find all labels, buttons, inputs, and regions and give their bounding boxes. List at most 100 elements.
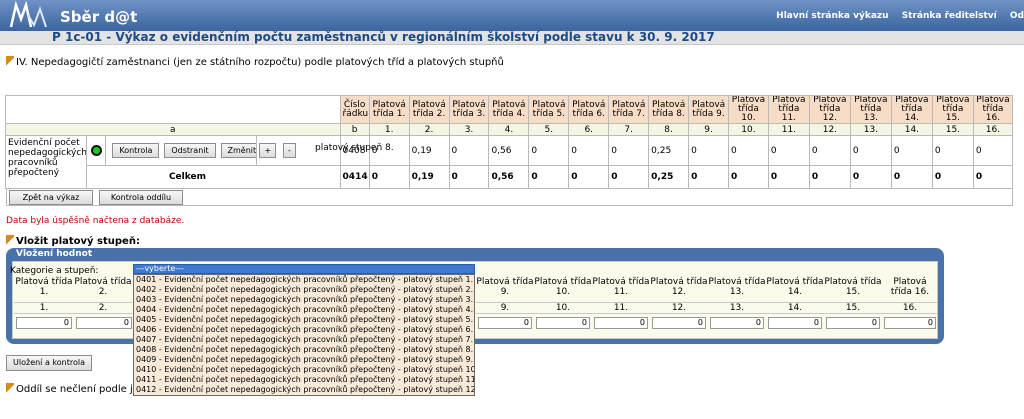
dropdown-option[interactable]: 0406 - Evidenční počet nepedagogických p… (134, 325, 474, 335)
input-col-num: 15. (824, 302, 882, 314)
col-num: 1. (368, 123, 410, 136)
save-and-check-button[interactable]: Uložení a kontrola (6, 355, 92, 371)
header-class-14: Platová třída 14. (890, 95, 933, 124)
col-num: 7. (608, 123, 650, 136)
insert-step-title: Vložit platový stupeň: (6, 235, 140, 247)
total-cell: 0 (368, 165, 410, 189)
col-num: 9. (688, 123, 729, 136)
value-input-class-12[interactable]: 0 (652, 317, 706, 329)
col-num: 16. (972, 123, 1014, 136)
value-input-class-13[interactable]: 0 (710, 317, 764, 329)
dropdown-option[interactable]: 0402 - Evidenční počet nepedagogických p… (134, 285, 474, 295)
input-col-header: Platová třída 1. (15, 277, 73, 297)
total-cell: 0,56 (488, 165, 530, 189)
zmenit-button[interactable]: Změnit (220, 143, 256, 158)
cell: 0,19 (408, 135, 450, 166)
header-class-16: Platová třída 16. (972, 95, 1014, 124)
dropdown-option[interactable]: 0404 - Evidenční počet nepedagogických p… (134, 305, 474, 315)
value-input-class-16[interactable]: 0 (884, 317, 936, 329)
cell: 0 (688, 135, 729, 166)
row-step-label: platový stupeň 8. (315, 143, 394, 153)
link-directorate-page[interactable]: Stránka ředitelství (902, 11, 997, 21)
dropdown-option[interactable]: 0409 - Evidenční počet nepedagogických p… (134, 355, 474, 365)
input-col-num: 1. (14, 302, 74, 314)
section-flag-icon (6, 56, 14, 66)
minus-button[interactable]: - (283, 143, 296, 158)
app-title: Sběr d@t (60, 8, 138, 26)
dropdown-option[interactable]: 0408 - Evidenční počet nepedagogických p… (134, 345, 474, 355)
header-row-number: Číslo řádku (339, 95, 370, 124)
header-class-6: Platová třída 6. (568, 95, 610, 124)
category-label: Kategorie a stupeň: (10, 266, 99, 276)
header-class-8: Platová třída 8. (648, 95, 690, 124)
cell: 0 (448, 135, 490, 166)
total-cell: 0 (568, 165, 610, 189)
col-b-label: b (339, 123, 370, 136)
link-main-report-page[interactable]: Hlavní stránka výkazu (776, 11, 888, 21)
success-message: Data byla úspěšně načtena z databáze. (6, 216, 185, 226)
header-class-13: Platová třída 13. (849, 95, 892, 124)
cell: 0,25 (648, 135, 690, 166)
input-col-header: Platová třída 11. (592, 277, 650, 297)
dropdown-option[interactable]: 0403 - Evidenční počet nepedagogických p… (134, 295, 474, 305)
total-cell: 0,19 (408, 165, 450, 189)
input-col-num: 16. (882, 302, 938, 314)
dropdown-option[interactable]: 0405 - Evidenční počet nepedagogických p… (134, 315, 474, 325)
total-cell: 0 (528, 165, 570, 189)
col-a-label: a (5, 123, 341, 136)
odstranit-button[interactable]: Odstranit (164, 143, 216, 158)
header-class-15: Platová třída 15. (931, 95, 974, 124)
msmt-logo-icon (9, 1, 47, 28)
header-class-9: Platová třída 9. (688, 95, 729, 124)
input-col-header: Platová třída 9. (476, 277, 534, 297)
cell: 0 (727, 135, 769, 166)
col-num: 12. (808, 123, 851, 136)
value-input-class-9[interactable]: 0 (478, 317, 532, 329)
category-select[interactable]: ---vyberte--- (133, 264, 475, 274)
dropdown-option[interactable]: 0407 - Evidenční počet nepedagogických p… (134, 335, 474, 345)
value-input-class-10[interactable]: 0 (536, 317, 590, 329)
input-col-num: 13. (708, 302, 766, 314)
dropdown-option[interactable]: 0411 - Evidenční počet nepedagogických p… (134, 375, 474, 385)
dropdown-option[interactable]: 0410 - Evidenční počet nepedagogických p… (134, 365, 474, 375)
panel-title: Vložení hodnot (16, 249, 93, 259)
cell: 0,56 (488, 135, 530, 166)
input-col-header: Platová třída 15. (824, 277, 882, 297)
link-logout[interactable]: Od (1010, 11, 1024, 21)
total-cell: 0 (688, 165, 729, 189)
total-cell: 0,25 (648, 165, 690, 189)
dropdown-option[interactable]: 0401 - Evidenční počet nepedagogických p… (134, 275, 474, 285)
kontrola-button[interactable]: Kontrola (112, 143, 160, 158)
input-col-header: Platová třída 10. (534, 277, 592, 297)
total-code: 0414 (339, 165, 370, 189)
check-section-button[interactable]: Kontrola oddílu (99, 190, 183, 205)
cell: 0 (849, 135, 892, 166)
col-num: 4. (488, 123, 530, 136)
back-to-report-button[interactable]: Zpět na výkaz (9, 190, 93, 205)
dropdown-option[interactable]: 0412 - Evidenční počet nepedagogických p… (134, 385, 474, 395)
cell: 0 (808, 135, 851, 166)
cell: 0 (608, 135, 650, 166)
header-class-12: Platová třída 12. (808, 95, 851, 124)
cell: 0 (972, 135, 1014, 166)
value-input-class-2[interactable]: 0 (76, 317, 132, 329)
top-bar: Sběr d@t Hlavní stránka výkazu Stránka ř… (0, 0, 1024, 31)
section-title: IV. Nepedagogičtí zaměstnanci (jen ze st… (6, 56, 504, 68)
value-input-class-1[interactable]: 0 (16, 317, 72, 329)
status-ok-icon (90, 145, 102, 156)
input-col-header: Platová třída 16. (890, 277, 930, 297)
value-input-class-14[interactable]: 0 (768, 317, 822, 329)
col-num: 5. (528, 123, 570, 136)
report-title-bar: P 1c-01 - Výkaz o evidenčním počtu zaměs… (0, 30, 1024, 45)
total-label: Celkem (168, 172, 206, 182)
header-class-1: Platová třída 1. (368, 95, 410, 124)
header-class-4: Platová třída 4. (488, 95, 530, 124)
value-input-class-15[interactable]: 0 (826, 317, 880, 329)
plus-button[interactable]: + (259, 143, 277, 158)
col-num: 15. (931, 123, 974, 136)
header-class-10: Platová třída 10. (727, 95, 769, 124)
data-table: Číslo řádku Platová třída 1. Platová tří… (5, 95, 1014, 189)
value-input-class-11[interactable]: 0 (594, 317, 648, 329)
col-num: 14. (890, 123, 933, 136)
cell: 0 (528, 135, 570, 166)
